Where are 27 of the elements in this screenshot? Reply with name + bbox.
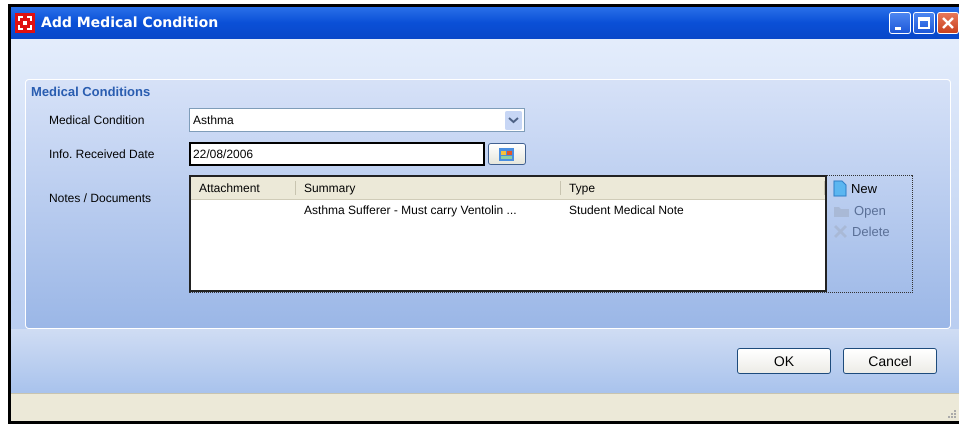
new-button[interactable]: New: [833, 180, 890, 197]
minimize-button[interactable]: [889, 12, 911, 34]
close-button[interactable]: [937, 12, 959, 34]
minimize-icon: [895, 26, 901, 30]
resize-grip-icon[interactable]: [948, 410, 956, 418]
column-header[interactable]: Attachment: [191, 181, 296, 195]
column-header[interactable]: Type: [561, 181, 825, 195]
dropdown-field[interactable]: Asthma: [189, 108, 525, 132]
ok-button[interactable]: OK: [737, 348, 831, 374]
table-cell-text: Asthma Sufferer - Must carry Ventolin ...: [303, 203, 518, 217]
field-label: Medical Condition: [48, 113, 146, 127]
cancel-button[interactable]: Cancel: [843, 348, 937, 374]
group-title: Medical Conditions: [31, 84, 152, 99]
field-label: Info. Received Date: [48, 147, 156, 161]
date-field[interactable]: 22/08/2006: [189, 142, 485, 166]
app-icon: [15, 13, 35, 33]
cross-icon: [833, 224, 848, 239]
window-title: Add Medical Condition: [41, 15, 218, 31]
calendar-icon: [498, 146, 516, 162]
close-icon: [941, 16, 955, 30]
maximize-button[interactable]: [913, 12, 935, 34]
field-label: Notes / Documents: [48, 190, 152, 205]
calendar-button[interactable]: [488, 143, 526, 165]
maximize-icon: [918, 17, 930, 29]
table-cell-text: Student Medical Note: [568, 203, 685, 217]
document-icon: [833, 180, 847, 197]
column-header[interactable]: Summary: [296, 181, 561, 195]
